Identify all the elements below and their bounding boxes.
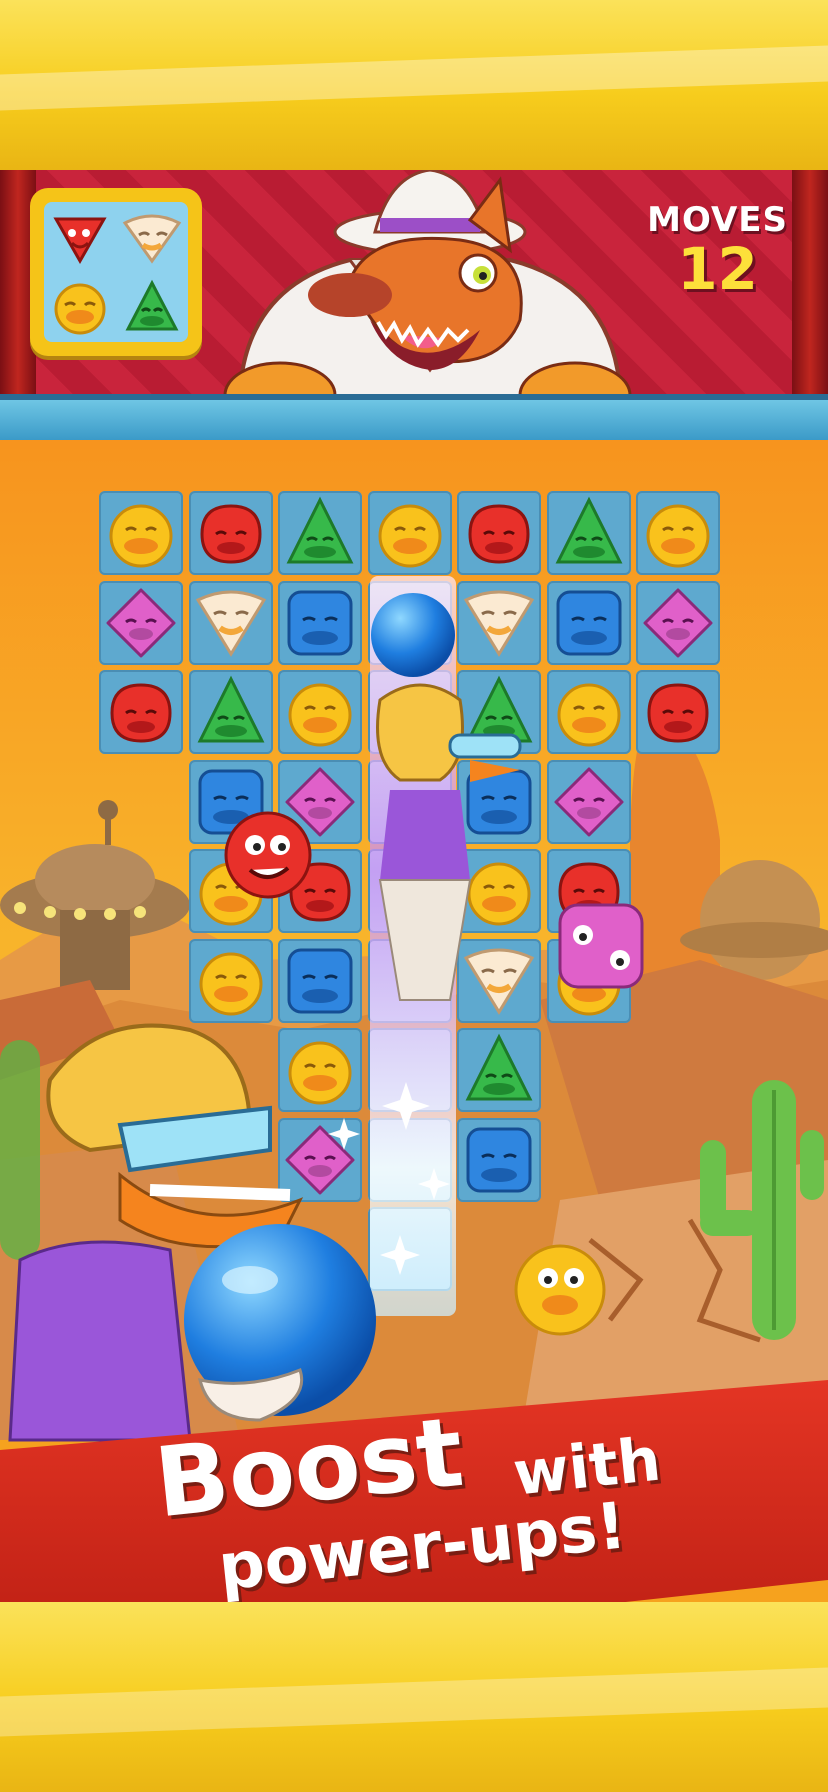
- game-screen: MOVES 12 Boost with power-ups!: [0, 0, 828, 1792]
- flying-red-piece: [224, 811, 312, 899]
- bottom-gold-band: [0, 1602, 828, 1792]
- flying-pink-piece: [558, 903, 644, 989]
- ball-powerup-top: [371, 593, 455, 677]
- duck-holding-ball-character: [8, 1023, 376, 1442]
- flying-yellow-piece: [514, 1244, 606, 1336]
- duck-jumping-character: [376, 683, 522, 1001]
